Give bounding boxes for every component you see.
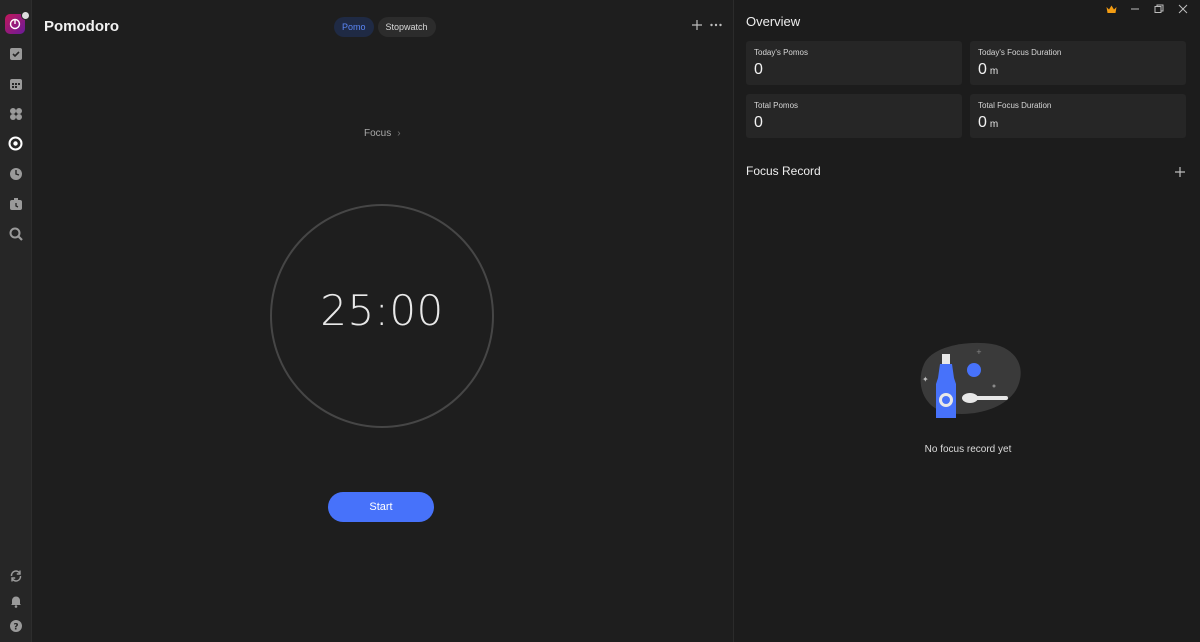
tab-stopwatch[interactable]: Stopwatch [377,17,436,37]
more-options-icon[interactable] [709,18,723,32]
countdown-icon[interactable] [8,196,23,211]
stat-card-todays-pomos: Today's Pomos 0 [746,41,962,85]
stat-number: 0 [754,61,763,78]
app-logo-icon [9,18,21,30]
stat-unit: m [989,119,999,130]
svg-text:?: ? [13,622,18,632]
overview-title: Overview [746,14,801,29]
stat-card-total-focus-duration: Total Focus Duration 0m [970,94,1186,138]
window-controls [1099,2,1195,16]
close-icon[interactable] [1171,2,1195,16]
tab-pomo[interactable]: Pomo [334,17,374,37]
help-icon[interactable]: ? [8,618,23,633]
stat-number: 0 [754,114,763,131]
bell-icon[interactable] [8,593,23,608]
add-icon[interactable] [690,18,704,32]
stat-number: 0 [978,61,987,78]
focus-mode-selector[interactable]: Focus › [364,128,401,139]
chevron-right-icon: › [397,128,401,139]
focus-record-title: Focus Record [746,164,821,178]
left-sidebar: ? [0,0,32,642]
stat-value: 0 [754,61,763,79]
calendar-icon[interactable] [8,76,23,91]
notification-dot [21,11,30,20]
minimize-icon[interactable] [1123,2,1147,16]
premium-crown-icon[interactable] [1099,2,1123,16]
timer-display: 25:00 [320,286,444,335]
add-record-icon[interactable] [1173,165,1187,179]
stat-number: 0 [978,114,987,131]
empty-state-illustration: + ✦ [910,334,1028,424]
empty-state-text: No focus record yet [924,444,1012,455]
mode-tabs: Pomo Stopwatch [334,17,436,37]
stat-label: Today's Focus Duration [978,48,1062,57]
focus-mode-label: Focus [364,128,392,139]
stat-label: Today's Pomos [754,48,808,57]
stats-panel: Overview Today's Pomos 0 Today's Focus D… [733,0,1200,642]
start-button[interactable]: Start [328,492,434,522]
pomodoro-pane: Pomodoro Pomo Stopwatch Focus › 25:00 St… [32,0,733,642]
stat-value: 0m [978,114,998,132]
svg-text:+: + [976,348,982,356]
task-check-icon[interactable] [8,46,23,61]
svg-text:✦: ✦ [922,375,929,384]
stat-unit: m [989,66,999,77]
search-icon[interactable] [8,226,23,241]
stat-label: Total Pomos [754,101,799,110]
stat-card-todays-focus-duration: Today's Focus Duration 0m [970,41,1186,85]
stat-label: Total Focus Duration [978,101,1052,110]
stat-value: 0m [978,61,998,79]
stat-card-total-pomos: Total Pomos 0 [746,94,962,138]
page-title: Pomodoro [44,18,119,35]
stat-value: 0 [754,114,763,132]
grid-icon[interactable] [8,106,23,121]
pomodoro-icon[interactable] [8,136,23,151]
restore-icon[interactable] [1147,2,1171,16]
habit-icon[interactable] [8,166,23,181]
sync-icon[interactable] [8,568,23,583]
